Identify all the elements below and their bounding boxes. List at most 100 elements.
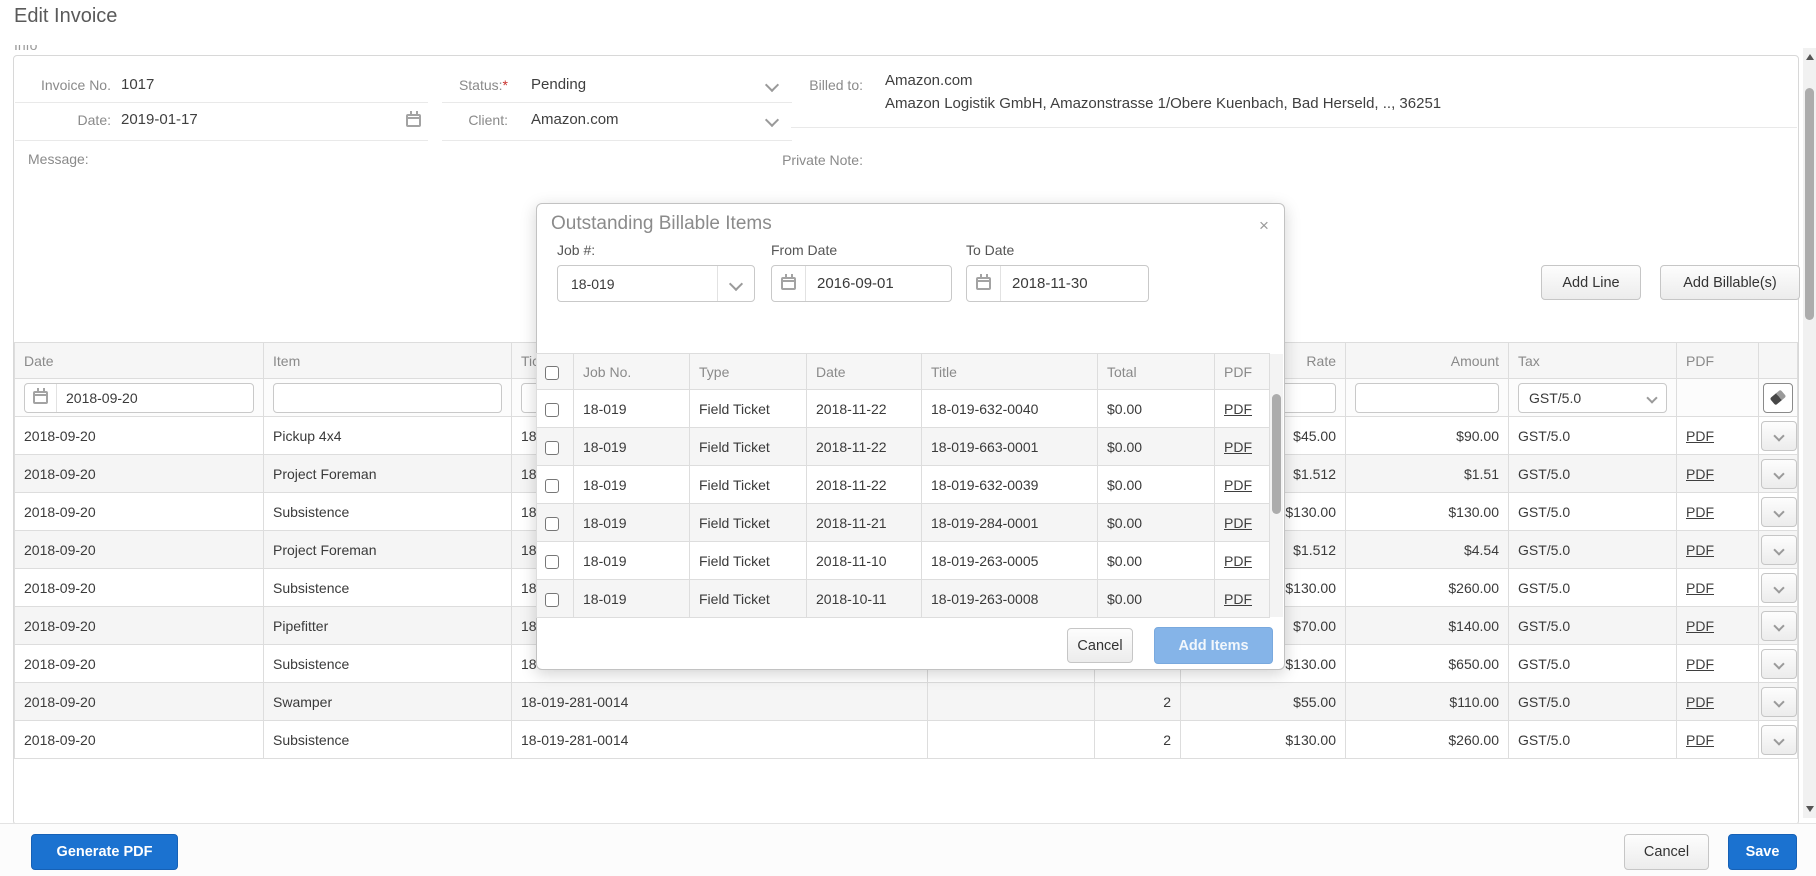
row-checkbox[interactable] — [545, 478, 559, 493]
row-checkbox[interactable] — [545, 592, 559, 607]
cell-date: 2018-09-20 — [14, 492, 264, 531]
cell-tax: GST/5.0 — [1508, 530, 1677, 569]
row-actions-button[interactable] — [1761, 420, 1797, 451]
col-tax: Tax — [1508, 342, 1677, 379]
pdf-link[interactable]: PDF — [1224, 477, 1252, 493]
date-value[interactable]: 2019-01-17 — [121, 111, 198, 128]
page-scrollbar-thumb[interactable] — [1805, 88, 1814, 320]
from-date-input[interactable]: 2016-09-01 — [771, 265, 952, 302]
row-actions-button[interactable] — [1761, 496, 1797, 527]
scroll-down-arrow[interactable] — [1806, 806, 1814, 812]
tax-filter-select[interactable]: GST/5.0 — [1518, 382, 1667, 413]
cell-ticket: 18-019-281-0014 — [511, 720, 928, 759]
save-button[interactable]: Save — [1728, 834, 1797, 870]
row-actions-button[interactable] — [1761, 686, 1797, 717]
status-label: Status:* — [458, 77, 508, 93]
row-checkbox[interactable] — [545, 516, 559, 531]
chevron-down-icon — [1773, 695, 1785, 708]
pdf-link[interactable]: PDF — [1686, 466, 1714, 482]
cell-total: $0.00 — [1097, 389, 1215, 428]
private-note-label: Private Note: — [782, 152, 863, 168]
select-all-checkbox[interactable] — [545, 365, 559, 380]
row-actions-button[interactable] — [1761, 572, 1797, 603]
col-date: Date — [14, 342, 264, 379]
row-actions-button[interactable] — [1761, 648, 1797, 679]
billed-to-name: Amazon.com — [885, 72, 973, 89]
cell-quantity: 2 — [1094, 720, 1181, 759]
col-amount: Amount — [1345, 342, 1509, 379]
pdf-link[interactable]: PDF — [1686, 656, 1714, 672]
cell-pdf: PDF — [1214, 389, 1270, 428]
col-pdf: PDF — [1214, 353, 1270, 390]
billable-items-table: Job No. Type Date Title Total PDF 18-019… — [536, 353, 1270, 618]
modal-scrollbar-track[interactable] — [1270, 354, 1283, 617]
chevron-down-icon — [1773, 619, 1785, 632]
pdf-link[interactable]: PDF — [1224, 553, 1252, 569]
status-value[interactable]: Pending — [531, 76, 586, 93]
row-actions-button[interactable] — [1761, 610, 1797, 641]
date-filter-input[interactable]: 2018-09-20 — [24, 382, 254, 413]
tab-info-clipped[interactable]: Info — [14, 45, 54, 55]
invoice-no-value: 1017 — [121, 76, 155, 93]
cell-tax: GST/5.0 — [1508, 492, 1677, 531]
pdf-link[interactable]: PDF — [1224, 591, 1252, 607]
outstanding-billable-items-dialog: Outstanding Billable Items × Job #: 18-0… — [536, 203, 1285, 670]
to-date-input[interactable]: 2018-11-30 — [966, 265, 1149, 302]
row-checkbox[interactable] — [545, 402, 559, 417]
cell-job-no: 18-019 — [573, 503, 690, 542]
col-actions — [1758, 342, 1798, 379]
cell-tax: GST/5.0 — [1508, 644, 1677, 683]
clear-filters-button[interactable] — [1763, 382, 1793, 413]
scroll-up-arrow[interactable] — [1806, 54, 1814, 60]
col-type: Type — [689, 353, 807, 390]
close-icon[interactable]: × — [1259, 217, 1269, 234]
row-actions-button[interactable] — [1761, 458, 1797, 489]
cell-item: Project Foreman — [263, 454, 512, 493]
cell-amount: $260.00 — [1345, 568, 1509, 607]
pdf-link[interactable]: PDF — [1686, 732, 1714, 748]
divider — [442, 140, 792, 141]
pdf-link[interactable]: PDF — [1686, 580, 1714, 596]
pdf-link[interactable]: PDF — [1686, 618, 1714, 634]
cell-amount: $140.00 — [1345, 606, 1509, 645]
job-select[interactable]: 18-019 — [557, 265, 755, 302]
modal-scrollbar-thumb[interactable] — [1272, 394, 1281, 514]
pdf-link[interactable]: PDF — [1224, 439, 1252, 455]
col-pdf: PDF — [1676, 342, 1759, 379]
add-items-button[interactable]: Add Items — [1154, 627, 1273, 664]
row-checkbox[interactable] — [545, 554, 559, 569]
footer-cancel-button[interactable]: Cancel — [1624, 834, 1709, 870]
cell-total: $0.00 — [1097, 503, 1215, 542]
chevron-down-icon — [1773, 657, 1785, 670]
pdf-link[interactable]: PDF — [1686, 428, 1714, 444]
cell-amount: $130.00 — [1345, 492, 1509, 531]
cell-pdf: PDF — [1214, 503, 1270, 542]
page-scrollbar-track[interactable] — [1803, 48, 1816, 818]
pdf-link[interactable]: PDF — [1686, 504, 1714, 520]
col-job-no: Job No. — [573, 353, 690, 390]
cell-pdf: PDF — [1214, 427, 1270, 466]
item-filter-input[interactable] — [273, 382, 502, 413]
cell-rate: $130.00 — [1180, 720, 1346, 759]
dialog-cancel-button[interactable]: Cancel — [1067, 628, 1133, 663]
row-checkbox[interactable] — [545, 440, 559, 455]
generate-pdf-button[interactable]: Generate PDF — [31, 834, 178, 870]
pdf-link[interactable]: PDF — [1686, 694, 1714, 710]
col-total: Total — [1097, 353, 1215, 390]
pdf-link[interactable]: PDF — [1686, 542, 1714, 558]
pdf-link[interactable]: PDF — [1224, 515, 1252, 531]
add-billables-button[interactable]: Add Billable(s) — [1660, 265, 1800, 300]
client-value[interactable]: Amazon.com — [531, 111, 619, 128]
amount-filter-input[interactable] — [1355, 382, 1499, 413]
pdf-link[interactable]: PDF — [1224, 401, 1252, 417]
cell-title: 18-019-632-0040 — [921, 389, 1098, 428]
cell-amount: $4.54 — [1345, 530, 1509, 569]
row-actions-button[interactable] — [1761, 534, 1797, 565]
chevron-down-icon[interactable] — [764, 112, 780, 128]
add-line-button[interactable]: Add Line — [1541, 265, 1641, 300]
cell-job-no: 18-019 — [573, 541, 690, 580]
cell-total: $0.00 — [1097, 465, 1215, 504]
row-actions-button[interactable] — [1761, 724, 1797, 755]
chevron-down-icon — [1773, 543, 1785, 556]
cell-title: 18-019-263-0008 — [921, 579, 1098, 618]
